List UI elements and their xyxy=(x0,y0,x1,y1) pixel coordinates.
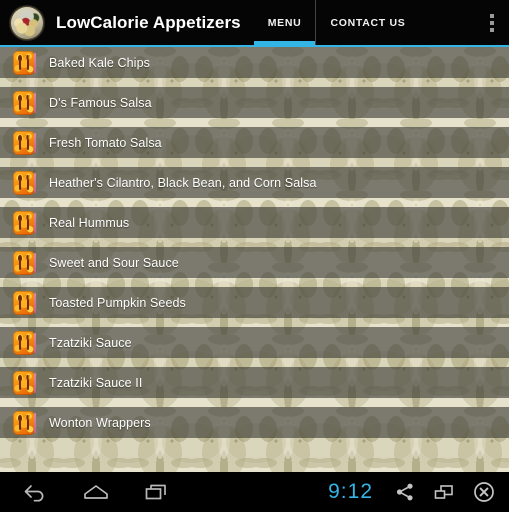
spoon-glyph xyxy=(18,134,22,150)
list-item[interactable]: Sweet and Sour Sauce xyxy=(0,247,509,278)
spoon-and-fork-icon xyxy=(13,130,36,155)
fork-glyph xyxy=(25,294,30,310)
list-item[interactable]: Tzatziki Sauce II xyxy=(0,367,509,398)
list-item-label: Wonton Wrappers xyxy=(49,415,151,430)
app-screen: LowCalorie Appetizers MENU CONTACT US Ba… xyxy=(0,0,509,512)
system-navigation-bar: 9:12 xyxy=(0,472,509,512)
list-item-label: Fresh Tomato Salsa xyxy=(49,135,162,150)
header-accent-rule xyxy=(0,45,509,47)
list-item-label: Baked Kale Chips xyxy=(49,55,150,70)
recipe-list[interactable]: Baked Kale Chips D's Famous Salsa Fresh To… xyxy=(0,47,509,472)
list-item-label: Real Hummus xyxy=(49,215,130,230)
spoon-glyph xyxy=(18,54,22,70)
fork-glyph xyxy=(25,334,30,350)
page-title: LowCalorie Appetizers xyxy=(56,12,241,32)
list-item-label: Sweet and Sour Sauce xyxy=(49,255,179,270)
spoon-glyph xyxy=(18,94,22,110)
spoon-glyph xyxy=(18,294,22,310)
edge-glyph xyxy=(34,92,36,113)
spoon-glyph xyxy=(18,254,22,270)
spoon-and-fork-icon xyxy=(13,330,36,355)
overflow-dot xyxy=(490,27,494,32)
spoon-and-fork-icon xyxy=(13,370,36,395)
spoon-and-fork-icon xyxy=(13,290,36,315)
edge-glyph xyxy=(34,292,36,313)
overflow-dot xyxy=(490,20,494,25)
fork-glyph xyxy=(25,54,30,70)
list-item[interactable]: Tzatziki Sauce xyxy=(0,327,509,358)
edge-glyph xyxy=(34,372,36,393)
fork-glyph xyxy=(25,174,30,190)
food-plate-icon[interactable] xyxy=(9,4,45,41)
close-circle-icon[interactable] xyxy=(473,481,495,503)
fork-glyph xyxy=(25,134,30,150)
screenshot-icon[interactable] xyxy=(433,482,455,502)
list-item[interactable]: Toasted Pumpkin Seeds xyxy=(0,287,509,318)
tab-bar: MENU CONTACT US xyxy=(253,0,420,45)
fork-glyph xyxy=(25,374,30,390)
tab-contact-us[interactable]: CONTACT US xyxy=(315,0,419,45)
action-bar: LowCalorie Appetizers MENU CONTACT US xyxy=(0,0,509,45)
edge-glyph xyxy=(34,252,36,273)
spoon-glyph xyxy=(18,374,22,390)
spoon-and-fork-icon xyxy=(13,250,36,275)
spoon-glyph xyxy=(18,414,22,430)
nav-right-group: 9:12 xyxy=(328,480,495,504)
fork-glyph xyxy=(25,414,30,430)
content-area: Baked Kale Chips D's Famous Salsa Fresh To… xyxy=(0,47,509,472)
tab-contact-us-label: CONTACT US xyxy=(330,16,406,29)
list-item-label: Tzatziki Sauce xyxy=(49,335,132,350)
edge-glyph xyxy=(34,212,36,233)
spoon-and-fork-icon xyxy=(13,90,36,115)
fork-glyph xyxy=(25,254,30,270)
edge-glyph xyxy=(34,412,36,433)
edge-glyph xyxy=(34,132,36,153)
overflow-dot xyxy=(490,13,494,18)
list-item[interactable]: Real Hummus xyxy=(0,207,509,238)
list-item[interactable]: Wonton Wrappers xyxy=(0,407,509,438)
nav-left-group xyxy=(22,482,170,502)
tab-menu-label: MENU xyxy=(267,16,302,29)
share-icon[interactable] xyxy=(395,482,415,502)
plate-graphic xyxy=(11,6,43,39)
list-item-label: Tzatziki Sauce II xyxy=(49,375,143,390)
back-arrow-icon[interactable] xyxy=(22,482,48,502)
spoon-and-fork-icon xyxy=(13,50,36,75)
list-item-label: D's Famous Salsa xyxy=(49,95,152,110)
status-clock: 9:12 xyxy=(328,480,373,503)
spoon-glyph xyxy=(18,334,22,350)
edge-glyph xyxy=(34,52,36,73)
spoon-glyph xyxy=(18,174,22,190)
spoon-and-fork-icon xyxy=(13,170,36,195)
edge-glyph xyxy=(34,332,36,353)
home-icon[interactable] xyxy=(82,482,110,502)
list-item-label: Heather's Cilantro, Black Bean, and Corn… xyxy=(49,175,317,190)
overflow-menu-icon[interactable] xyxy=(490,13,494,32)
list-item-label: Toasted Pumpkin Seeds xyxy=(49,295,186,310)
spoon-and-fork-icon xyxy=(13,410,36,435)
edge-glyph xyxy=(34,172,36,193)
fork-glyph xyxy=(25,94,30,110)
tab-menu[interactable]: MENU xyxy=(253,0,316,45)
spoon-and-fork-icon xyxy=(13,210,36,235)
list-item[interactable]: Baked Kale Chips xyxy=(0,47,509,78)
fork-glyph xyxy=(25,214,30,230)
list-item[interactable]: D's Famous Salsa xyxy=(0,87,509,118)
recent-apps-icon[interactable] xyxy=(144,482,170,502)
list-item[interactable]: Fresh Tomato Salsa xyxy=(0,127,509,158)
spoon-glyph xyxy=(18,214,22,230)
list-item[interactable]: Heather's Cilantro, Black Bean, and Corn… xyxy=(0,167,509,198)
